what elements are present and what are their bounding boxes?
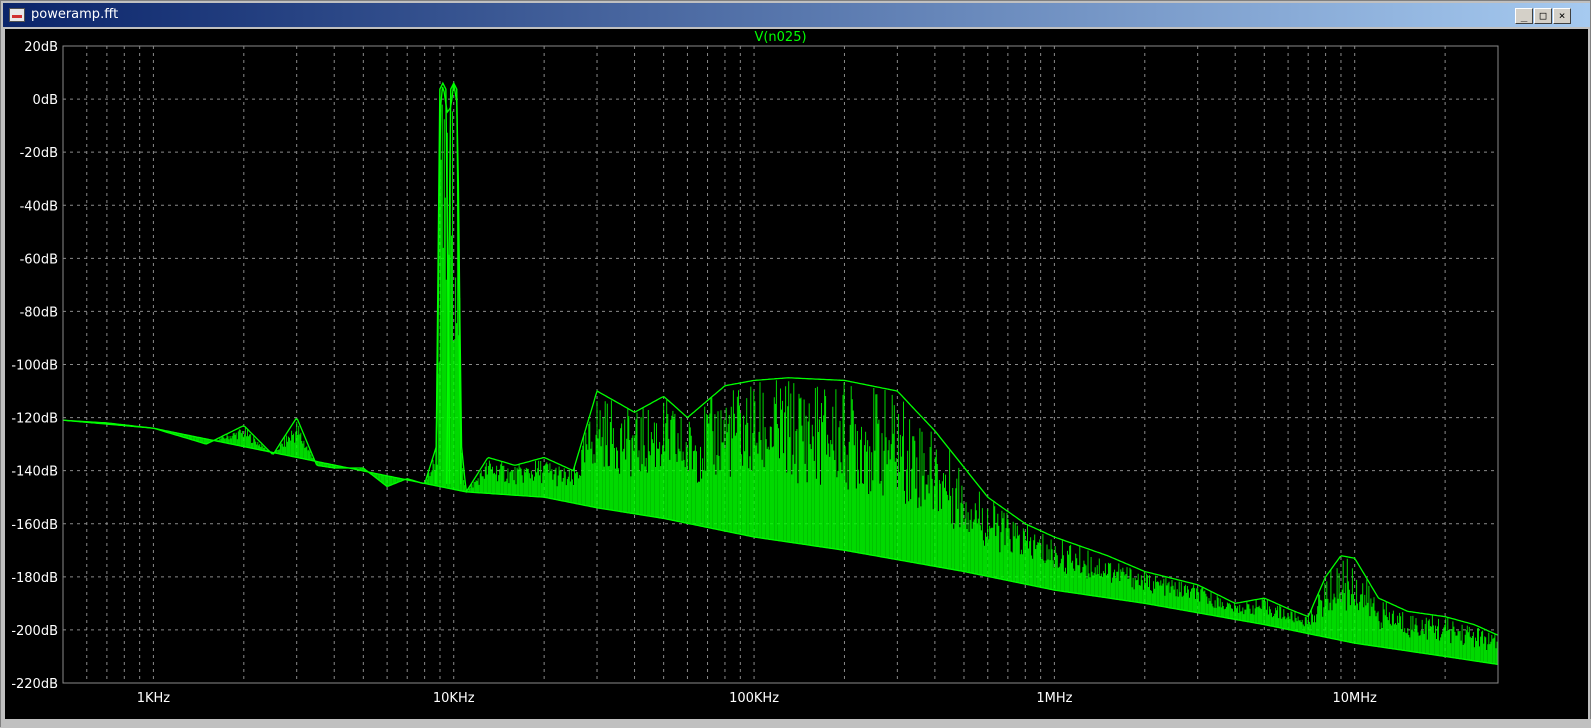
y-tick-label: -20dB	[20, 146, 58, 161]
minimize-button[interactable]: _	[1515, 8, 1533, 24]
y-tick-label: -120dB	[11, 412, 58, 427]
y-tick-label: -60dB	[20, 252, 58, 267]
y-tick-label: -140dB	[11, 465, 58, 480]
x-tick-label: 1KHz	[137, 691, 171, 706]
y-tick-label: -80dB	[20, 305, 58, 320]
trace-envelope-upper	[62, 83, 1499, 636]
window-title: poweramp.fft	[31, 7, 119, 22]
fft-plot-svg[interactable]: 20dB 0dB -20dB -40dB -60dB -80dB -100dB -120dB -…	[5, 29, 1588, 719]
y-tick-label: -100dB	[11, 359, 58, 374]
x-tick-label: 10MHz	[1333, 691, 1378, 706]
title-bar[interactable]: poweramp.fft _ □ ×	[3, 3, 1590, 27]
chart-title: V(n025)	[754, 30, 806, 45]
close-button[interactable]: ×	[1553, 8, 1571, 24]
maximize-button[interactable]: □	[1534, 8, 1552, 24]
fft-window: poweramp.fft _ □ × 20dB 0dB -20dB -40dB -60d…	[0, 0, 1591, 728]
y-tick-label: -200dB	[11, 624, 58, 639]
grid	[62, 45, 1499, 684]
y-tick-label: 0dB	[33, 93, 58, 108]
y-tick-label: 20dB	[24, 40, 58, 55]
plot-area[interactable]: 20dB 0dB -20dB -40dB -60dB -80dB -100dB -120dB -…	[5, 29, 1588, 719]
y-tick-label: -220dB	[11, 677, 58, 692]
y-tick-label: -180dB	[11, 571, 58, 586]
x-tick-label: 100KHz	[729, 691, 779, 706]
y-axis-labels: 20dB 0dB -20dB -40dB -60dB -80dB -100dB -120dB -…	[11, 40, 58, 692]
x-axis-labels: 1KHz 10KHz 100KHz 1MHz 10MHz	[137, 691, 1377, 706]
trace-spectral-lines	[65, 104, 1499, 665]
x-tick-label: 10KHz	[433, 691, 475, 706]
x-tick-label: 1MHz	[1036, 691, 1072, 706]
y-tick-label: -40dB	[20, 199, 58, 214]
app-icon[interactable]	[9, 8, 25, 22]
y-tick-label: -160dB	[11, 518, 58, 533]
